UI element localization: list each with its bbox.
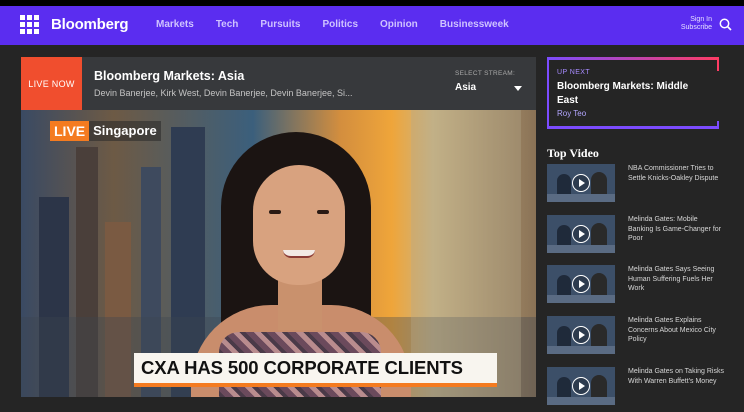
top-nav: Bloomberg Markets Tech Pursuits Politics… — [0, 6, 744, 45]
video-thumbnail[interactable] — [547, 164, 615, 202]
select-stream-label: SELECT STREAM: — [455, 70, 516, 77]
anchor-mouth — [283, 250, 315, 258]
nav-link-opinion[interactable]: Opinion — [380, 19, 418, 30]
top-video-title[interactable]: Melinda Gates: Mobile Banking Is Game-Ch… — [628, 215, 724, 244]
anchor-eye — [317, 210, 329, 214]
top-video-title[interactable]: Melinda Gates Says Seeing Human Sufferin… — [628, 265, 724, 294]
video-thumbnail[interactable] — [547, 215, 615, 253]
stream-title: Bloomberg Markets: Asia — [94, 69, 245, 83]
headline-lower-third: CXA HAS 500 CORPORATE CLIENTS — [134, 353, 497, 383]
thumb-desk — [547, 194, 615, 202]
nav-links: Markets Tech Pursuits Politics Opinion B… — [156, 19, 531, 30]
frame-edge — [717, 57, 719, 71]
play-icon[interactable] — [572, 326, 590, 344]
account-links: Sign In Subscribe — [676, 16, 712, 32]
top-video-title[interactable]: Melinda Gates Explains Concerns About Me… — [628, 316, 724, 345]
live-location-tag: LIVE Singapore — [50, 121, 161, 141]
play-icon[interactable] — [572, 275, 590, 293]
live-word: LIVE — [50, 121, 90, 141]
search-icon[interactable] — [719, 18, 732, 31]
nav-link-markets[interactable]: Markets — [156, 19, 194, 30]
top-video-title[interactable]: Melinda Gates on Taking Risks With Warre… — [628, 367, 724, 386]
frame-edge — [547, 126, 719, 129]
top-video-item[interactable]: Melinda Gates on Taking Risks With Warre… — [547, 367, 727, 405]
nav-link-businessweek[interactable]: Businessweek — [440, 19, 509, 30]
stream-hosts: Devin Banerjee, Kirk West, Devin Banerje… — [94, 88, 353, 98]
lower-third-accent — [134, 383, 497, 387]
anchor-face — [253, 165, 345, 285]
stream-select[interactable]: Asia — [455, 82, 476, 93]
bloomberg-logo[interactable]: Bloomberg — [51, 16, 129, 33]
anchor-eye — [269, 210, 281, 214]
thumb-desk — [547, 295, 615, 303]
up-next-card[interactable]: UP NEXT Bloomberg Markets: Middle East R… — [547, 57, 719, 129]
video-thumbnail[interactable] — [547, 316, 615, 354]
top-video-heading: Top Video — [547, 146, 599, 160]
up-next-label: UP NEXT — [557, 69, 591, 76]
play-icon[interactable] — [572, 174, 590, 192]
subscribe-link[interactable]: Subscribe — [676, 24, 712, 32]
video-thumbnail[interactable] — [547, 367, 615, 405]
sign-in-link[interactable]: Sign In — [676, 16, 712, 24]
thumb-desk — [547, 245, 615, 253]
frame-edge — [717, 121, 719, 129]
live-now-badge: LIVE NOW — [21, 57, 82, 110]
up-next-title[interactable]: Bloomberg Markets: Middle East — [557, 80, 712, 108]
up-next-author: Roy Teo — [557, 109, 587, 118]
frame-edge — [547, 57, 549, 129]
play-icon[interactable] — [572, 225, 590, 243]
live-location: Singapore — [89, 121, 161, 141]
thumb-desk — [547, 346, 615, 354]
menu-grid-icon[interactable] — [20, 15, 39, 34]
video-thumbnail[interactable] — [547, 265, 615, 303]
top-video-item[interactable]: Melinda Gates Says Seeing Human Sufferin… — [547, 265, 727, 303]
nav-link-tech[interactable]: Tech — [216, 19, 239, 30]
thumb-desk — [547, 397, 615, 405]
top-video-title[interactable]: NBA Commissioner Tries to Settle Knicks-… — [628, 164, 724, 183]
play-icon[interactable] — [572, 377, 590, 395]
top-video-item[interactable]: Melinda Gates Explains Concerns About Me… — [547, 316, 727, 354]
nav-link-pursuits[interactable]: Pursuits — [260, 19, 300, 30]
chevron-down-icon[interactable] — [514, 86, 522, 91]
top-video-item[interactable]: NBA Commissioner Tries to Settle Knicks-… — [547, 164, 727, 202]
frame-edge — [547, 57, 719, 60]
top-video-item[interactable]: Melinda Gates: Mobile Banking Is Game-Ch… — [547, 215, 727, 253]
nav-link-politics[interactable]: Politics — [322, 19, 358, 30]
